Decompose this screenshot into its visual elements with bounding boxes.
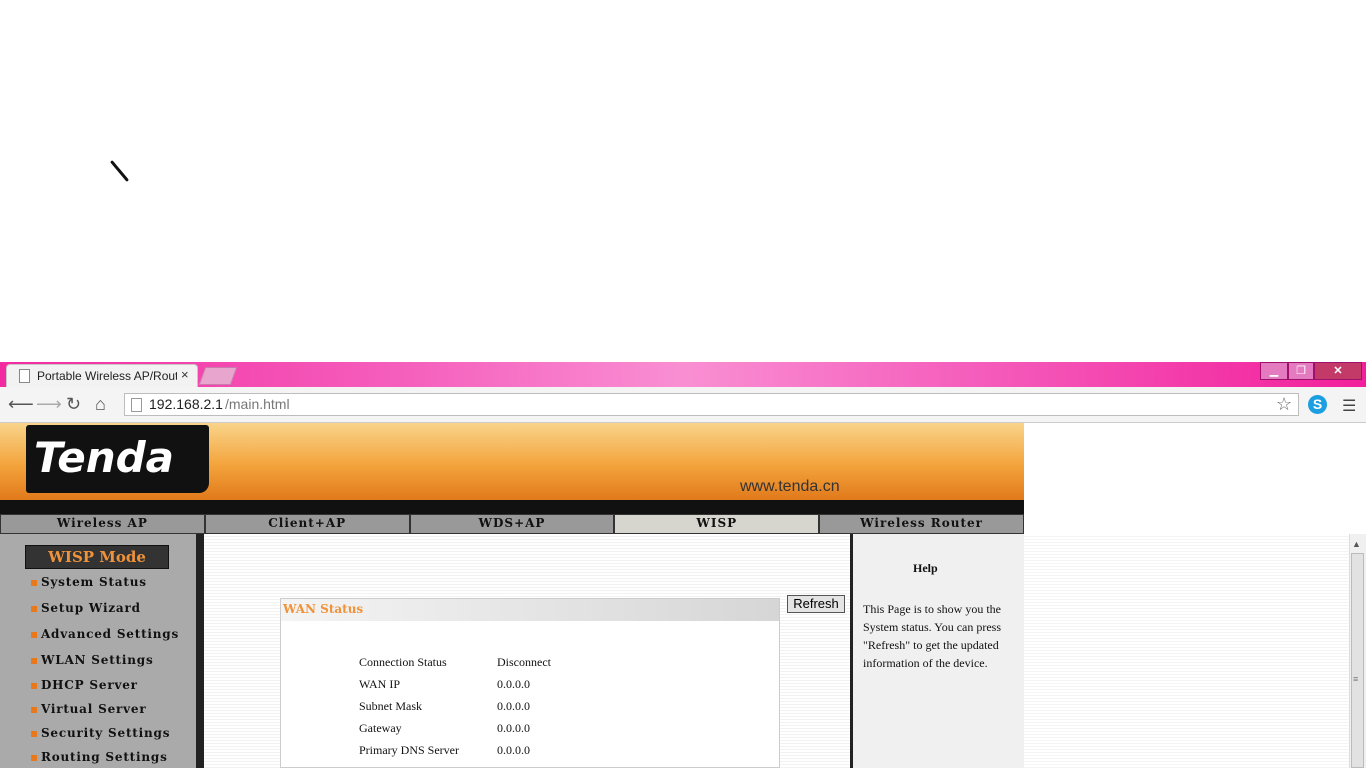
wan-status-panel bbox=[280, 598, 780, 768]
tab-wireless-router[interactable]: Wireless Router bbox=[819, 514, 1024, 534]
bullet-icon: ▪ bbox=[30, 575, 39, 589]
tab-close-icon[interactable]: × bbox=[181, 367, 189, 382]
bullet-icon: ▪ bbox=[30, 750, 39, 764]
sidebar-item-label: Setup Wizard bbox=[40, 601, 141, 615]
sidebar-divider bbox=[196, 534, 204, 768]
forward-arrow-icon[interactable]: ⟶ bbox=[36, 394, 62, 415]
window-close-button[interactable]: ✕ bbox=[1314, 362, 1362, 380]
connection-status-label: Connection Status bbox=[359, 655, 447, 669]
skype-extension-icon[interactable]: S bbox=[1308, 395, 1327, 414]
bullet-icon: ▪ bbox=[30, 726, 39, 740]
wan-ip-value: 0.0.0.0 bbox=[497, 677, 530, 691]
url-path: /main.html bbox=[225, 396, 290, 412]
gateway-label: Gateway bbox=[359, 721, 402, 735]
page-background bbox=[1024, 534, 1349, 768]
new-tab-button[interactable] bbox=[198, 367, 238, 385]
sidebar-item-dhcp-server[interactable]: ▪ DHCP Server bbox=[30, 678, 138, 692]
scroll-grip-icon: ≡ bbox=[1353, 674, 1359, 684]
wan-status-title: WAN Status bbox=[283, 602, 364, 616]
minimize-button[interactable]: ▁ bbox=[1260, 362, 1288, 380]
bullet-icon: ▪ bbox=[30, 601, 39, 615]
help-title: Help bbox=[913, 561, 938, 575]
refresh-button[interactable]: Refresh bbox=[787, 595, 845, 613]
sidebar-title: WISP Mode bbox=[25, 545, 169, 569]
sidebar-item-label: Routing Settings bbox=[40, 750, 168, 764]
sidebar-item-security-settings[interactable]: ▪ Security Settings bbox=[30, 726, 170, 740]
sidebar-item-system-status[interactable]: ▪ System Status bbox=[30, 575, 147, 589]
site-url: www.tenda.cn bbox=[740, 478, 840, 495]
help-text: This Page is to show you the System stat… bbox=[863, 602, 1002, 670]
sidebar-item-wlan-settings[interactable]: ▪ WLAN Settings bbox=[30, 653, 154, 667]
tab-wds-ap[interactable]: WDS+AP bbox=[409, 514, 615, 534]
mode-tabs: Wireless AP Client+AP WDS+AP WISP Wirele… bbox=[0, 514, 1024, 534]
connection-status-value: Disconnect bbox=[497, 655, 551, 669]
sidebar-item-label: WLAN Settings bbox=[40, 653, 154, 667]
mouse-cursor bbox=[109, 160, 130, 182]
reload-icon[interactable]: ↻ bbox=[66, 394, 81, 415]
bullet-icon: ▪ bbox=[30, 653, 39, 667]
gateway-value: 0.0.0.0 bbox=[497, 721, 530, 735]
sidebar-item-routing-settings[interactable]: ▪ Routing Settings bbox=[30, 750, 168, 764]
tab-wisp[interactable]: WISP bbox=[614, 514, 820, 534]
sidebar-item-advanced-settings[interactable]: ▪ Advanced Settings bbox=[30, 627, 179, 641]
subnet-mask-label: Subnet Mask bbox=[359, 699, 422, 713]
page-icon bbox=[131, 398, 142, 412]
bookmark-star-icon[interactable]: ☆ bbox=[1276, 394, 1292, 415]
sidebar-item-label: System Status bbox=[40, 575, 147, 589]
tab-client-ap[interactable]: Client+AP bbox=[204, 514, 410, 534]
subnet-mask-value: 0.0.0.0 bbox=[497, 699, 530, 713]
sidebar-item-label: Advanced Settings bbox=[40, 627, 180, 641]
address-bar[interactable]: 192.168.2.1 /main.html bbox=[124, 393, 1299, 416]
bullet-icon: ▪ bbox=[30, 702, 39, 716]
page-icon bbox=[19, 369, 30, 383]
tenda-logo: Tenda bbox=[26, 425, 209, 493]
bullet-icon: ▪ bbox=[30, 627, 39, 641]
back-arrow-icon[interactable]: ⟵ bbox=[8, 394, 34, 415]
url-host: 192.168.2.1 bbox=[149, 396, 223, 412]
browser-tab[interactable]: Portable Wireless AP/Rout × bbox=[6, 364, 198, 388]
sidebar-item-virtual-server[interactable]: ▪ Virtual Server bbox=[30, 702, 146, 716]
header-divider bbox=[0, 500, 1024, 514]
sidebar-item-label: Virtual Server bbox=[40, 702, 147, 716]
primary-dns-value: 0.0.0.0 bbox=[497, 743, 530, 757]
wan-ip-label: WAN IP bbox=[359, 677, 400, 691]
scroll-up-arrow-icon[interactable]: ▲ bbox=[1352, 539, 1361, 549]
primary-dns-label: Primary DNS Server bbox=[359, 743, 459, 757]
sidebar-item-label: DHCP Server bbox=[40, 678, 138, 692]
tab-wireless-ap[interactable]: Wireless AP bbox=[0, 514, 205, 534]
bullet-icon: ▪ bbox=[30, 678, 39, 692]
home-icon[interactable]: ⌂ bbox=[95, 394, 106, 415]
sidebar-item-label: Security Settings bbox=[40, 726, 171, 740]
maximize-button[interactable]: ❐ bbox=[1288, 362, 1314, 380]
scrollbar-thumb[interactable] bbox=[1351, 553, 1364, 768]
sidebar-item-setup-wizard[interactable]: ▪ Setup Wizard bbox=[30, 601, 141, 615]
browser-menu-icon[interactable]: ☰ bbox=[1342, 396, 1356, 416]
tab-title: Portable Wireless AP/Rout bbox=[37, 369, 177, 383]
